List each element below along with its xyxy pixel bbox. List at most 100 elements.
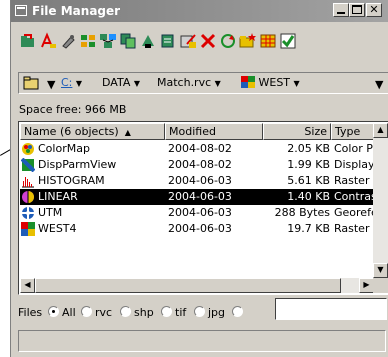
scrollbar-corner	[373, 278, 388, 293]
file-size: 2.05 KB	[287, 142, 330, 155]
filter-all-radio[interactable]	[48, 306, 59, 317]
filter-rvc-label[interactable]: rvc	[95, 306, 112, 319]
file-modified: 2004-06-03	[168, 190, 232, 203]
file-modified: 2004-08-02	[168, 158, 232, 171]
filter-tif-label[interactable]: tif	[175, 306, 186, 319]
file-name: ColorMap	[38, 142, 90, 155]
scroll-up-button[interactable]: ▲	[373, 123, 388, 138]
file-size: 5.61 KB	[287, 174, 330, 187]
file-size: 1.40 KB	[287, 190, 330, 203]
file-name: DispParmView	[38, 158, 117, 171]
address-bar: ▼ C: ▼ DATA ▼ Match.rvc ▼ WEST ▼ ▼	[18, 72, 388, 94]
highlighter-icon[interactable]	[39, 32, 57, 50]
file-size: 1.99 KB	[287, 158, 330, 171]
drive-label: C:	[61, 76, 73, 89]
archive-icon[interactable]	[159, 32, 177, 50]
history-dropdown-arrow[interactable]: ▼	[47, 78, 55, 91]
path-segment-2[interactable]: Match.rvc ▼	[157, 76, 221, 89]
path-dropdown-arrow-1[interactable]: ▼	[134, 79, 140, 88]
file-size: 19.7 KB	[287, 222, 330, 235]
file-name: WEST4	[38, 222, 77, 235]
delete-icon[interactable]	[199, 32, 217, 50]
address-dropdown-arrow[interactable]: ▼	[375, 78, 383, 91]
status-bar	[18, 330, 386, 352]
toolbar	[19, 32, 339, 56]
file-row[interactable]: WEST4 2004-06-03 19.7 KB Raster	[20, 221, 374, 237]
grid-icon[interactable]	[259, 32, 277, 50]
file-type: Georefer	[334, 206, 376, 219]
file-row[interactable]: HISTOGRAM 2004-06-03 5.61 KB Raster H	[20, 173, 376, 189]
copy-icon[interactable]	[119, 32, 137, 50]
path-dropdown-arrow-2[interactable]: ▼	[215, 79, 221, 88]
file-row[interactable]: UTM 2004-06-03 288 Bytes Georefer	[20, 205, 376, 221]
check-icon[interactable]	[279, 32, 297, 50]
folder-up-icon[interactable]	[23, 76, 39, 90]
file-list[interactable]: Name (6 objects) ▲ Modified Size Type Co…	[18, 121, 388, 295]
path-segment-3[interactable]: WEST ▼	[241, 76, 300, 89]
file-type: Color Pal	[334, 142, 376, 155]
path-dropdown-arrow-3[interactable]: ▼	[294, 79, 300, 88]
column-header-type[interactable]: Type	[331, 123, 375, 140]
window-title: File Manager	[32, 4, 121, 18]
colormap-icon	[22, 143, 34, 155]
filter-label: Files	[18, 306, 43, 319]
file-name: LINEAR	[38, 190, 78, 203]
new-folder-icon[interactable]	[239, 32, 257, 50]
drive-dropdown-arrow[interactable]: ▼	[76, 79, 82, 88]
scroll-right-button[interactable]: ▶	[359, 278, 374, 293]
sort-ascending-icon: ▲	[122, 128, 131, 137]
file-row[interactable]: DispParmView 2004-08-02 1.99 KB Display …	[20, 157, 376, 173]
column-header-modified[interactable]: Modified	[165, 123, 263, 140]
filter-tif-radio[interactable]	[161, 306, 172, 317]
file-type: Raster	[334, 222, 370, 235]
scroll-down-button[interactable]: ▼	[373, 263, 388, 278]
file-name: HISTOGRAM	[38, 174, 105, 187]
file-type: Contrast	[334, 190, 376, 203]
column-header-size[interactable]: Size	[263, 123, 331, 140]
vertical-scrollbar[interactable]: ▲ ▼	[373, 123, 388, 278]
file-manager-window: File Manager ✕ ▼ C: ▼ DATA ▼ Match.rvc ▼…	[10, 0, 388, 357]
close-button[interactable]: ✕	[366, 3, 382, 17]
contrast-icon	[22, 191, 34, 203]
file-modified: 2004-06-03	[168, 222, 232, 235]
display-params-icon	[21, 158, 35, 172]
histogram-icon	[22, 177, 34, 188]
pin-icon[interactable]	[59, 32, 77, 50]
filter-jpg-label[interactable]: jpg	[208, 306, 225, 319]
filter-shp-label[interactable]: shp	[134, 306, 154, 319]
file-size: 288 Bytes	[274, 206, 330, 219]
raster-icon	[241, 76, 255, 88]
file-modified: 2004-08-02	[168, 142, 232, 155]
file-row-selected[interactable]: LINEAR 2004-06-03 1.40 KB Contrast	[20, 189, 376, 205]
filter-jpg-radio[interactable]	[194, 306, 205, 317]
file-type: Display P	[334, 158, 376, 171]
filter-custom-radio[interactable]	[232, 306, 243, 317]
tools-icon[interactable]	[79, 32, 97, 50]
maximize-button[interactable]	[349, 3, 365, 17]
minimize-button[interactable]	[333, 3, 349, 17]
column-header-name[interactable]: Name (6 objects) ▲	[20, 123, 165, 140]
file-name: UTM	[38, 206, 63, 219]
path-segment-1[interactable]: DATA ▼	[102, 76, 140, 89]
open-folder-icon[interactable]	[19, 32, 37, 50]
window-icon	[15, 5, 27, 16]
file-modified: 2004-06-03	[168, 174, 232, 187]
drive-segment[interactable]: C: ▼	[61, 76, 82, 89]
column-header-name-label: Name (6 objects)	[24, 125, 119, 138]
horizontal-scroll-thumb[interactable]	[35, 278, 341, 293]
path-label-3: WEST	[258, 76, 291, 89]
network-icon[interactable]	[99, 32, 117, 50]
filter-all-label[interactable]: All	[62, 306, 76, 319]
path-label-1: DATA	[102, 76, 131, 89]
filter-rvc-radio[interactable]	[81, 306, 92, 317]
filter-shp-radio[interactable]	[120, 306, 131, 317]
file-modified: 2004-06-03	[168, 206, 232, 219]
edit-icon[interactable]	[179, 32, 197, 50]
horizontal-scrollbar[interactable]: ◀ ▶	[20, 278, 374, 293]
title-bar[interactable]: File Manager ✕	[11, 0, 388, 22]
refresh-icon[interactable]	[219, 32, 237, 50]
file-row[interactable]: ColorMap 2004-08-02 2.05 KB Color Pal	[20, 141, 376, 157]
custom-extension-input[interactable]	[275, 298, 387, 320]
scroll-left-button[interactable]: ◀	[20, 278, 35, 293]
move-icon[interactable]	[139, 32, 157, 50]
